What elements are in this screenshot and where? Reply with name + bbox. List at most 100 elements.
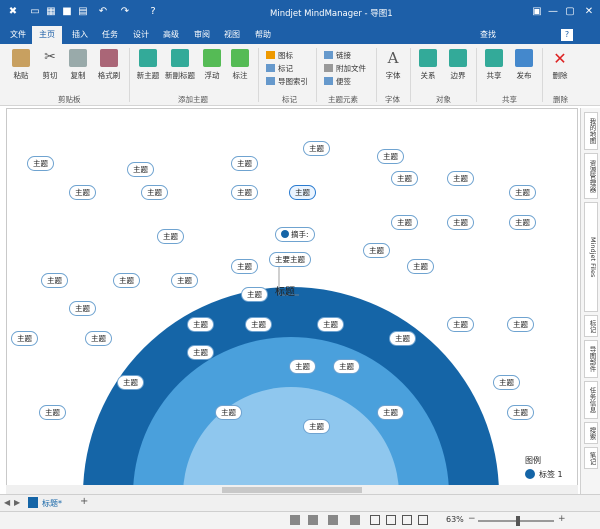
side-tab[interactable]: 导图部件 [584,340,598,378]
side-tab[interactable]: 标记 [584,315,598,337]
minimize-icon[interactable]: — [544,4,562,20]
save-icon[interactable]: ■ [60,5,74,19]
attachment-button[interactable]: 附加文件 [324,63,366,74]
topic-node[interactable]: 主题 [493,375,520,390]
topic-node[interactable]: 主题 [245,317,272,332]
font-button[interactable]: A 字体 [382,49,404,81]
zoom-slider[interactable] [478,516,554,526]
sheet-prev-icon[interactable]: ◀ [4,498,10,507]
tab-review[interactable]: 审阅 [194,29,210,40]
open-file-icon[interactable]: ▦ [44,5,58,19]
topic-node[interactable]: 主题 [377,149,404,164]
topic-node[interactable]: 主题 [389,331,416,346]
topic-node[interactable]: 主题 [215,405,242,420]
topic-node[interactable]: 主题 [141,185,168,200]
topic-node[interactable]: 主题 [509,215,536,230]
topic-node[interactable]: 主题 [187,317,214,332]
topic-node[interactable]: 主题 [41,273,68,288]
boundary-button[interactable]: 边界 [446,49,470,81]
topic-node[interactable]: 主题 [507,405,534,420]
topic-node[interactable]: 主题 [171,273,198,288]
add-sheet-button[interactable]: + [80,496,88,507]
topic-node[interactable]: 主题 [507,317,534,332]
fit-topic-icon[interactable] [386,515,396,525]
topic-node[interactable]: 主题 [187,345,214,360]
topic-node[interactable]: 主题 [157,229,184,244]
topic-node[interactable]: 主题 [363,243,390,258]
copy-button[interactable]: 复制 [66,49,90,81]
topic-node[interactable]: 主题 [39,405,66,420]
redo-icon[interactable]: ↷ [118,5,132,19]
tooltip-topic[interactable]: 摘手: [275,227,315,242]
tag-button[interactable]: 标记 [266,63,293,74]
topic-node[interactable]: 主题 [317,317,344,332]
topic-node[interactable]: 主题 [127,162,154,177]
filter-icon[interactable] [308,515,318,525]
topic-node[interactable]: 主题 [69,301,96,316]
topic-node[interactable]: 主题 [241,287,268,302]
side-tab[interactable]: 任务信息 [584,381,598,419]
tab-help[interactable]: 帮助 [255,29,271,40]
topic-node[interactable]: 主题 [447,171,474,186]
outline-icon[interactable] [290,515,300,525]
format-painter-button[interactable]: 格式刷 [94,49,124,81]
zoom-slider-thumb[interactable] [515,516,520,526]
tab-file[interactable]: 文件 [10,29,26,40]
topic-node[interactable]: 主题 [231,259,258,274]
paste-button[interactable]: 粘贴 [8,49,34,81]
expand-icon[interactable] [402,515,412,525]
topic-node[interactable]: 主题 [447,317,474,332]
maximize-icon[interactable]: ▢ [561,4,579,20]
tab-insert[interactable]: 插入 [72,29,88,40]
topic-node[interactable]: 主题 [117,375,144,390]
note-button[interactable]: 便签 [324,76,351,87]
topic-node[interactable]: 主题 [289,359,316,374]
map-canvas[interactable]: 主题 主题 主题 主题 主题 主题 主题 主题 主题 主题 主题 主题 主题 主题 主题 主题 主题 主题 主题 主题… [6,108,578,494]
link-button[interactable]: 链接 [324,50,351,61]
topic-node[interactable]: 主题 [377,405,404,420]
topic-node[interactable]: 主题 [303,419,330,434]
topic-node[interactable]: 主题 [289,185,316,200]
central-title[interactable]: 标题 [275,283,295,298]
topic-node[interactable]: 主题 [391,171,418,186]
topic-node[interactable]: 主题 [407,259,434,274]
topic-node[interactable]: 主题 [113,273,140,288]
side-tab[interactable]: 笔记 [584,447,598,469]
cut-button[interactable]: ✂ 剪切 [38,49,62,81]
side-tab[interactable]: Mindjet Files [584,202,598,312]
undo-icon[interactable]: ↶ [96,5,110,19]
main-subtopic[interactable]: 主要主题 [269,252,311,267]
float-button[interactable]: 浮动 [200,49,224,81]
new-file-icon[interactable]: ▭ [28,5,42,19]
side-tab[interactable]: 资源管理器 [584,153,598,199]
zoom-in-icon[interactable]: + [558,514,566,524]
collapse-icon[interactable] [418,515,428,525]
search-tab[interactable]: 查找 [480,29,496,40]
topic-node[interactable]: 主题 [303,141,330,156]
topic-node[interactable]: 主题 [447,215,474,230]
presentation-icon[interactable] [328,515,338,525]
share-button[interactable]: 共享 [482,49,506,81]
help-quick-icon[interactable]: ? [146,5,160,19]
topic-node[interactable]: 主题 [391,215,418,230]
help-icon[interactable]: ? [561,29,573,41]
print-icon[interactable]: ▤ [76,5,90,19]
view-icon[interactable] [350,515,360,525]
tab-design[interactable]: 设计 [133,29,149,40]
new-subtopic-button[interactable]: 新副标题 [164,49,196,81]
sheet-next-icon[interactable]: ▶ [14,498,20,507]
zoom-out-icon[interactable]: − [468,514,476,524]
fit-map-icon[interactable] [370,515,380,525]
topic-node[interactable]: 主题 [27,156,54,171]
new-topic-button[interactable]: 新主题 [134,49,162,81]
sheet-tab[interactable]: 标题* [42,498,62,509]
map-index-button[interactable]: 导图索引 [266,76,308,87]
delete-button[interactable]: ✕ 删除 [548,49,572,81]
side-tab[interactable]: 我的地图 [584,112,598,150]
icon-button[interactable]: 图标 [266,50,293,61]
topic-node[interactable]: 主题 [333,359,360,374]
topic-node[interactable]: 主题 [231,156,258,171]
topic-node[interactable]: 主题 [231,185,258,200]
topic-node[interactable]: 主题 [85,331,112,346]
scroll-thumb[interactable] [222,487,362,493]
